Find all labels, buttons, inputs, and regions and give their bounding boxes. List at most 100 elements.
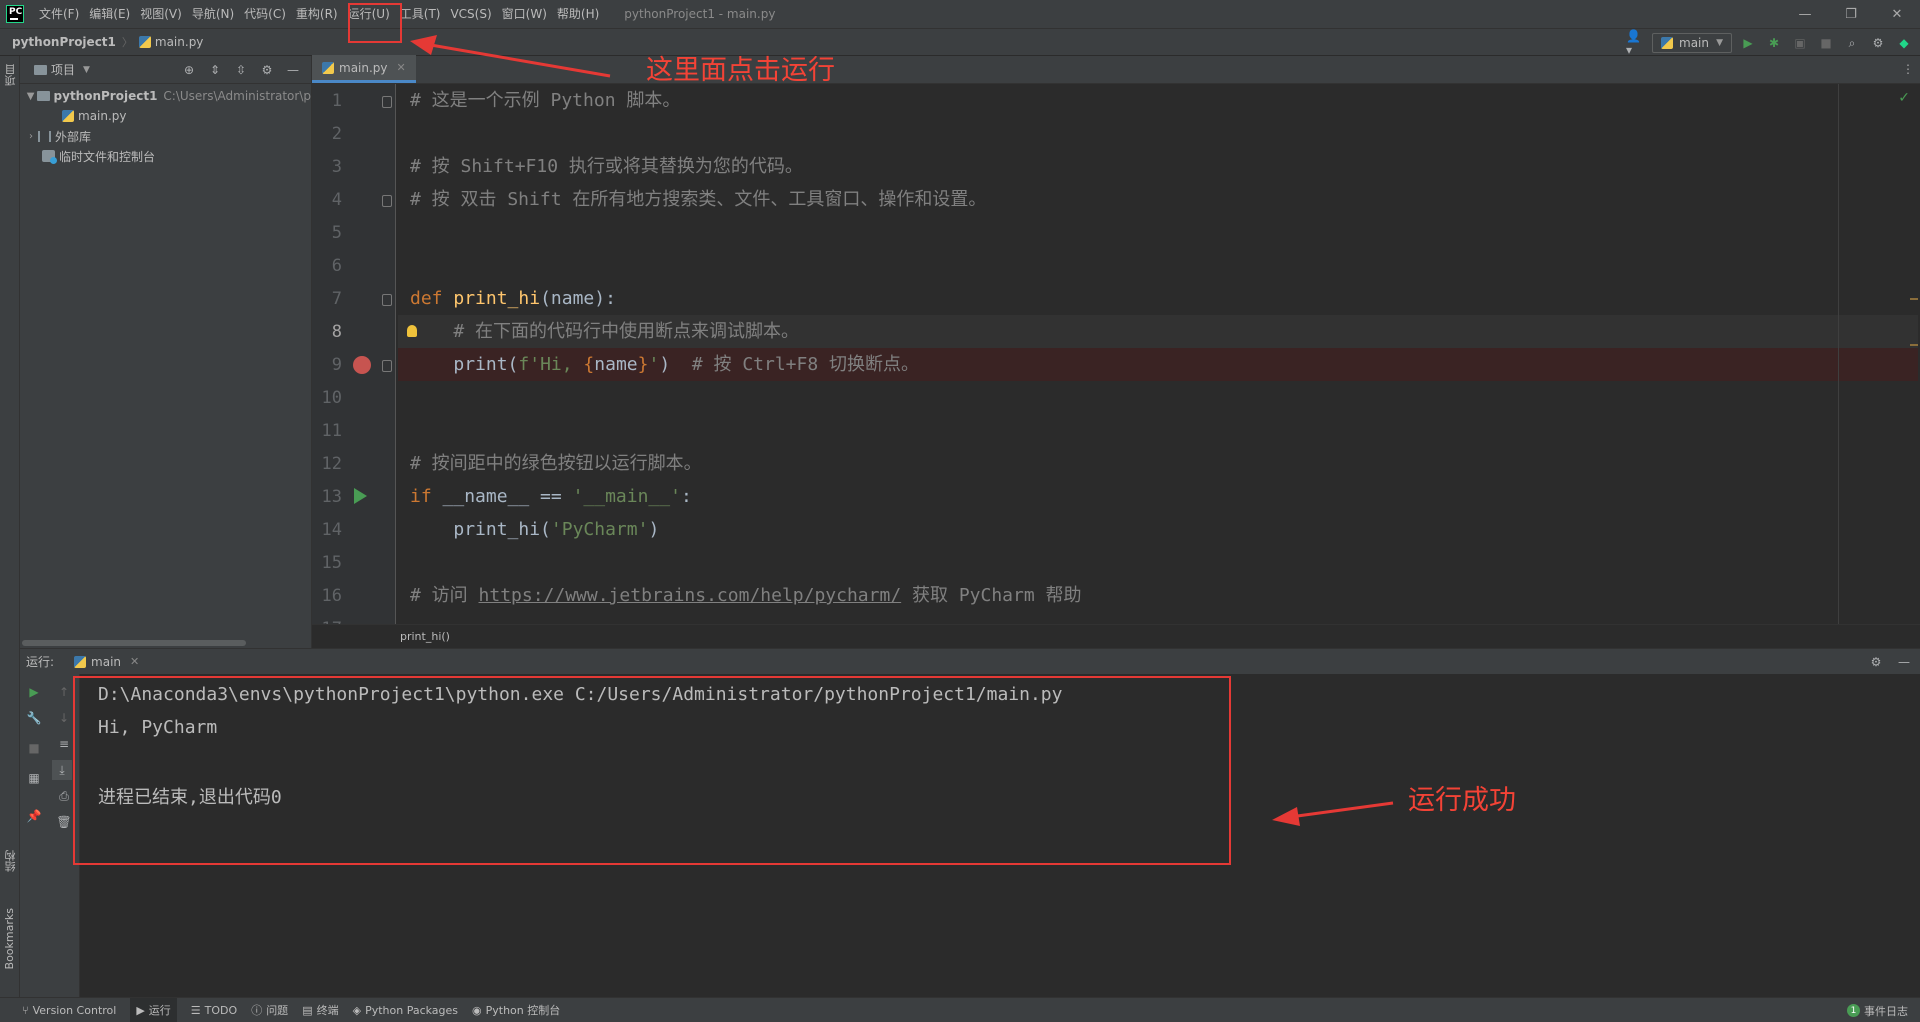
help-link[interactable]: https://www.jetbrains.com/help/pycharm/ bbox=[479, 585, 902, 606]
status-run[interactable]: ▶ 运行 bbox=[130, 998, 177, 1022]
menu-file[interactable]: 文件(F) bbox=[34, 0, 84, 28]
status-terminal[interactable]: ▤ 终端 bbox=[302, 1002, 338, 1018]
tree-item-project-root[interactable]: ▼ pythonProject1 C:\Users\Administrator\… bbox=[20, 86, 311, 106]
project-header-actions: ⊕ ⇕ ⇳ ⚙ — bbox=[179, 60, 303, 80]
editor-scrollbar[interactable] bbox=[1910, 84, 1918, 624]
wrench-icon[interactable]: 🔧 bbox=[26, 710, 42, 726]
run-settings-gear-icon[interactable]: ⚙ bbox=[1866, 652, 1886, 672]
breadcrumb-project[interactable]: pythonProject1 bbox=[12, 35, 116, 49]
tab-close-icon[interactable]: ✕ bbox=[397, 61, 406, 74]
settings-gear-icon[interactable]: ⚙ bbox=[1868, 33, 1888, 53]
hide-panel-icon[interactable]: — bbox=[283, 60, 303, 80]
scroll-to-end-icon[interactable]: ⤓ bbox=[52, 760, 72, 780]
menu-help[interactable]: 帮助(H) bbox=[552, 0, 604, 28]
code-line-8[interactable]: # 在下面的代码行中使用断点来调试脚本。 bbox=[398, 315, 1918, 348]
menu-vcs[interactable]: VCS(S) bbox=[445, 0, 496, 28]
status-python-packages[interactable]: ◈ Python Packages bbox=[353, 1004, 458, 1017]
expand-all-icon[interactable]: ⇕ bbox=[205, 60, 225, 80]
scroll-up-icon[interactable]: ↑ bbox=[56, 684, 72, 700]
status-problems[interactable]: ⓘ 问题 bbox=[251, 1002, 288, 1018]
menu-window[interactable]: 窗口(W) bbox=[497, 0, 552, 28]
more-options-icon[interactable]: ⋮ bbox=[1902, 62, 1914, 76]
structure-tool-label[interactable]: 结构 bbox=[3, 850, 19, 872]
editor-breadcrumb-function[interactable]: print_hi() bbox=[400, 630, 450, 643]
panel-settings-icon[interactable]: ⚙ bbox=[257, 60, 277, 80]
project-tool-label[interactable]: 项目 bbox=[3, 64, 19, 86]
debug-icon[interactable]: ✱ bbox=[1764, 33, 1784, 53]
restore-icon[interactable]: ❐ bbox=[1828, 0, 1874, 28]
code-line-4[interactable]: # 按 双击 Shift 在所有地方搜索类、文件、工具窗口、操作和设置。 bbox=[398, 183, 1918, 216]
close-icon[interactable]: ✕ bbox=[1874, 0, 1920, 28]
locate-target-icon[interactable]: ⊕ bbox=[179, 60, 199, 80]
menu-tools[interactable]: 工具(T) bbox=[395, 0, 446, 28]
breakpoint-icon[interactable] bbox=[353, 356, 371, 374]
coverage-icon[interactable]: ▣ bbox=[1790, 33, 1810, 53]
run-config-selector[interactable]: main ▼ bbox=[1652, 33, 1732, 53]
run-icon[interactable]: ▶ bbox=[1738, 33, 1758, 53]
trash-icon[interactable]: 🗑 bbox=[56, 814, 72, 830]
project-panel-title[interactable]: 项目 bbox=[51, 61, 75, 78]
print-icon[interactable]: ⎙ bbox=[56, 788, 72, 804]
fold-start-icon[interactable] bbox=[382, 294, 392, 306]
tree-item-external-libs[interactable]: › 外部库 bbox=[20, 126, 311, 146]
run-tab-main[interactable]: main ✕ bbox=[74, 655, 139, 669]
code-line-13[interactable]: if __name__ == '__main__': bbox=[398, 480, 1918, 513]
stop-icon[interactable]: ■ bbox=[1816, 33, 1836, 53]
user-icon[interactable]: 👤▾ bbox=[1626, 29, 1646, 57]
collapse-all-icon[interactable]: ⇳ bbox=[231, 60, 251, 80]
scroll-down-icon[interactable]: ↓ bbox=[56, 710, 72, 726]
search-icon[interactable]: ⌕ bbox=[1842, 33, 1862, 53]
menu-code[interactable]: 代码(C) bbox=[239, 0, 291, 28]
code-line-12[interactable]: # 按间距中的绿色按钮以运行脚本。 bbox=[398, 447, 1918, 480]
chevron-down-icon[interactable]: ▼ bbox=[83, 65, 90, 75]
tab-main-py[interactable]: main.py ✕ bbox=[312, 55, 416, 83]
menu-view[interactable]: 视图(V) bbox=[135, 0, 187, 28]
hide-run-panel-icon[interactable]: — bbox=[1894, 652, 1914, 672]
run-tab-close-icon[interactable]: ✕ bbox=[130, 655, 139, 668]
breadcrumb-file[interactable]: main.py bbox=[138, 35, 203, 49]
chevron-down-icon: ▼ bbox=[1716, 38, 1723, 48]
tree-item-main-py[interactable]: main.py bbox=[20, 106, 311, 126]
code-line-9[interactable]: print(f'Hi, {name}') # 按 Ctrl+F8 切换断点。 bbox=[398, 348, 1918, 381]
inspection-ok-check-icon[interactable]: ✓ bbox=[1898, 90, 1910, 106]
pin-icon[interactable]: 📌 bbox=[26, 808, 42, 824]
code-text: : bbox=[680, 486, 692, 507]
project-horizontal-scrollbar[interactable] bbox=[22, 640, 246, 646]
status-version-control[interactable]: ⑂ Version Control bbox=[22, 1004, 116, 1017]
project-folder-icon bbox=[34, 64, 47, 75]
menu-edit[interactable]: 编辑(E) bbox=[84, 0, 135, 28]
code-line-16[interactable]: # 访问 https://www.jetbrains.com/help/pych… bbox=[398, 579, 1918, 612]
intention-bulb-icon[interactable] bbox=[407, 325, 417, 337]
window-controls: — ❐ ✕ bbox=[1782, 0, 1920, 28]
code-line-1[interactable]: # 这是一个示例 Python 脚本。 bbox=[398, 84, 1918, 117]
status-python-console[interactable]: ◉ Python 控制台 bbox=[472, 1002, 560, 1018]
soft-wrap-icon[interactable]: ≡ bbox=[56, 736, 72, 752]
run-config-label: main bbox=[1679, 36, 1709, 50]
layout-icon[interactable]: ▦ bbox=[26, 770, 42, 786]
stop-run-icon[interactable]: ■ bbox=[26, 740, 42, 756]
collapsed-arrow-icon[interactable]: › bbox=[24, 131, 38, 142]
minimize-icon[interactable]: — bbox=[1782, 0, 1828, 28]
scratch-console-icon bbox=[42, 150, 57, 164]
code-line-3[interactable]: # 按 Shift+F10 执行或将其替换为您的代码。 bbox=[398, 150, 1918, 183]
menu-refactor[interactable]: 重构(R) bbox=[291, 0, 343, 28]
expanded-arrow-icon[interactable]: ▼ bbox=[24, 91, 37, 102]
tree-item-scratches[interactable]: 临时文件和控制台 bbox=[20, 146, 311, 166]
line-number: 16 bbox=[321, 586, 342, 606]
status-event-log[interactable]: 1 事件日志 bbox=[1847, 998, 1908, 1022]
code-text: __name__ == bbox=[431, 486, 573, 507]
editor-gutter[interactable]: 1 2 3 4 5 6 7 8 9 10 11 12 13 14 15 16 1… bbox=[312, 84, 396, 624]
jetbrains-logo-icon[interactable]: ◆ bbox=[1894, 33, 1914, 53]
code-line-7[interactable]: def print_hi(name): bbox=[398, 282, 1918, 315]
annotation-text-click-run: 这里面点击运行 bbox=[646, 55, 835, 86]
code-editor[interactable]: 1 2 3 4 5 6 7 8 9 10 11 12 13 14 15 16 1… bbox=[312, 84, 1920, 624]
fold-end-icon[interactable] bbox=[382, 360, 392, 372]
run-gutter-icon[interactable] bbox=[354, 488, 367, 504]
fold-start-icon[interactable] bbox=[382, 96, 392, 108]
fold-end-icon[interactable] bbox=[382, 195, 392, 207]
code-line-14[interactable]: print_hi('PyCharm') bbox=[398, 513, 1918, 546]
rerun-icon[interactable]: ▶ bbox=[26, 684, 42, 700]
menu-navigate[interactable]: 导航(N) bbox=[187, 0, 239, 28]
status-todo[interactable]: ☰ TODO bbox=[191, 1004, 237, 1017]
bookmarks-tool-label[interactable]: Bookmarks bbox=[3, 908, 16, 969]
